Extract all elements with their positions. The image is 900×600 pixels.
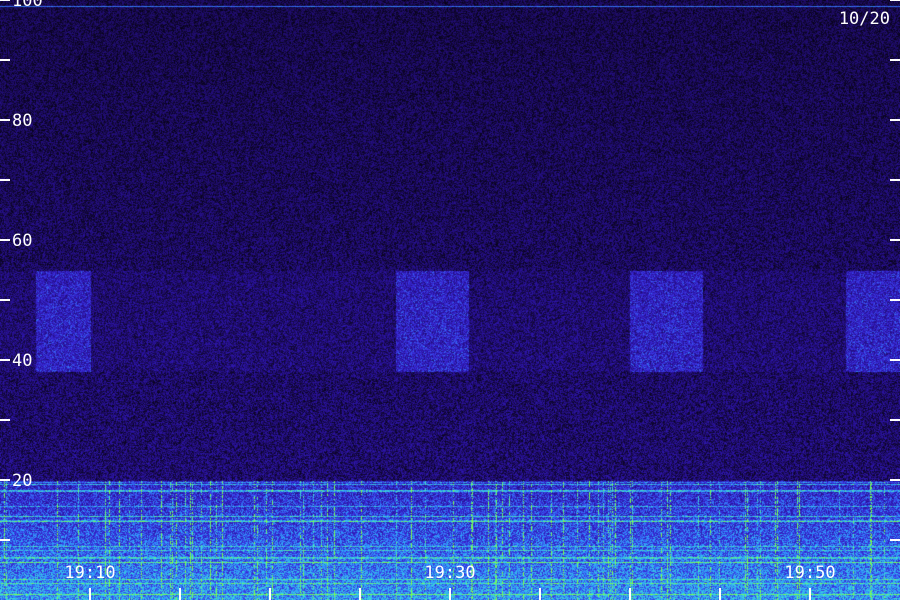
y-tick-label: 100 [12, 0, 43, 11]
axes-overlay: 20 40 60 80 100 19:10 19:30 19:50 10/20 [0, 0, 900, 600]
y-tick-label: 80 [12, 111, 32, 131]
y-axis: 20 40 60 80 100 [0, 0, 900, 541]
x-tick-label: 19:50 [784, 563, 835, 583]
y-tick-label: 60 [12, 231, 32, 251]
y-tick-label: 20 [12, 471, 32, 491]
x-tick-label: 19:30 [424, 563, 475, 583]
x-axis: 19:10 19:30 19:50 [64, 563, 836, 600]
x-tick-label: 19:10 [64, 563, 115, 583]
date-label: 10/20 [839, 9, 890, 29]
y-tick-label: 40 [12, 351, 32, 371]
